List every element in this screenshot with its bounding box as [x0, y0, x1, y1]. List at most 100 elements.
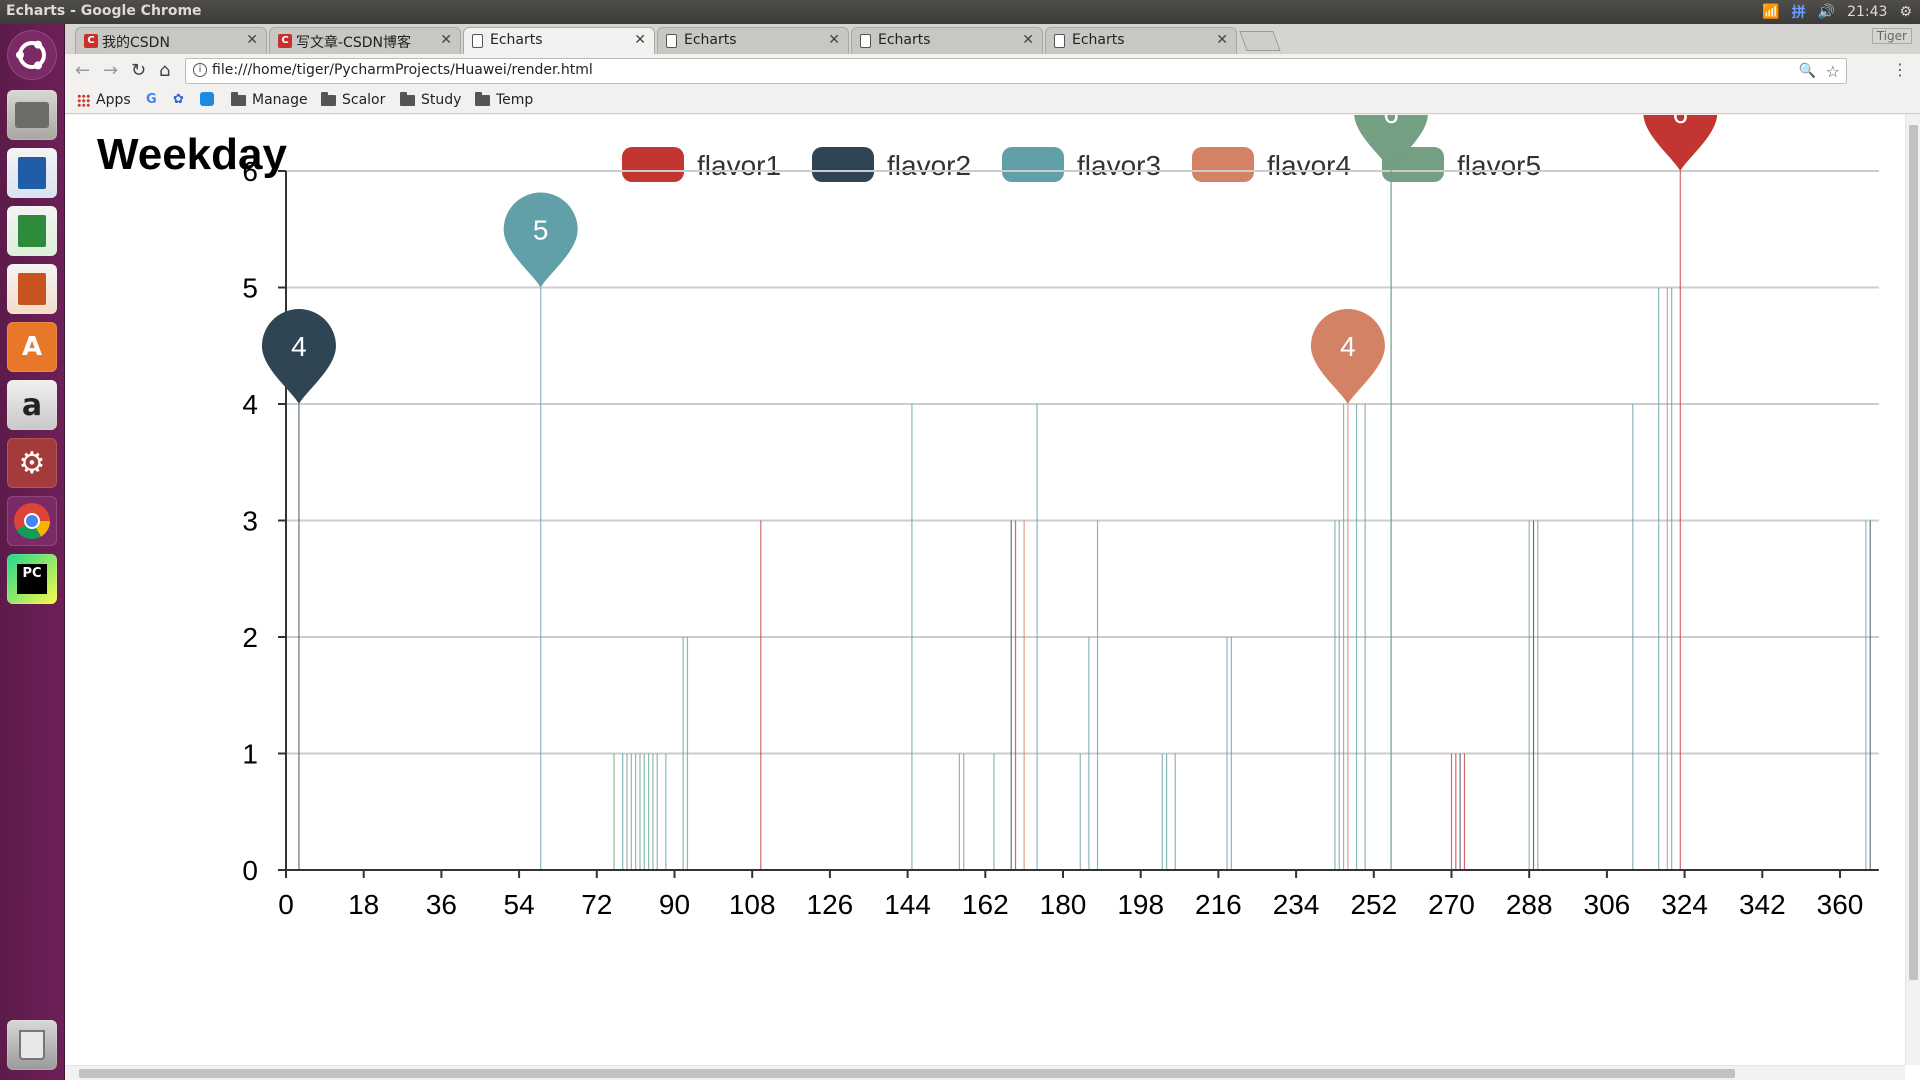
- url-text: file:///home/tiger/PycharmProjects/Huawe…: [212, 62, 593, 78]
- max-pin-label: 6: [1672, 115, 1688, 129]
- horizontal-scrollbar[interactable]: [65, 1065, 1905, 1080]
- browser-toolbar: ← → ↻ ⌂ i file:///home/tiger/PycharmProj…: [65, 54, 1920, 88]
- calc-icon[interactable]: [7, 206, 57, 256]
- x-tick-label: 108: [729, 889, 776, 920]
- tab-1[interactable]: C 写文章-CSDN博客 ✕: [269, 27, 461, 54]
- folder-icon: [231, 91, 246, 106]
- y-tick-label: 5: [242, 273, 258, 304]
- tab-label: Echarts: [1072, 32, 1125, 48]
- legend-label: flavor1: [697, 150, 781, 181]
- tab-label: 写文章-CSDN博客: [296, 35, 411, 51]
- tab-0[interactable]: C 我的CSDN ✕: [75, 27, 267, 54]
- folder-icon: [321, 91, 336, 106]
- document-icon: [860, 34, 871, 48]
- folder-icon: [400, 91, 415, 106]
- scrollbar-thumb[interactable]: [79, 1069, 1735, 1078]
- input-method-indicator[interactable]: 拼: [1792, 2, 1806, 22]
- close-icon[interactable]: ✕: [246, 32, 258, 48]
- new-tab-button[interactable]: [1239, 31, 1281, 51]
- impress-icon[interactable]: [7, 264, 57, 314]
- ubuntu-dash-icon[interactable]: [7, 30, 57, 80]
- indicator-area: 📶 拼 🔊 21:43 ⚙: [1762, 2, 1912, 22]
- tab-3[interactable]: Echarts ✕: [657, 27, 849, 54]
- x-tick-label: 90: [659, 889, 690, 920]
- tab-label: Echarts: [490, 32, 543, 48]
- x-tick-label: 216: [1195, 889, 1242, 920]
- launcher: A a ⚙ PC: [0, 24, 65, 1080]
- csdn-icon: C: [84, 34, 98, 48]
- bookmark-folder-temp[interactable]: Temp: [475, 91, 533, 108]
- close-icon[interactable]: ✕: [440, 32, 452, 48]
- x-tick-label: 252: [1350, 889, 1397, 920]
- bookmark-label: Manage: [252, 92, 308, 108]
- bookmark-apps[interactable]: Apps: [77, 92, 131, 108]
- x-tick-label: 288: [1506, 889, 1553, 920]
- trash-icon[interactable]: [7, 1020, 57, 1070]
- blue-app-icon: [200, 92, 214, 106]
- y-tick-label: 3: [242, 506, 258, 537]
- tab-5[interactable]: Echarts ✕: [1045, 27, 1237, 54]
- volume-icon[interactable]: 🔊: [1818, 4, 1835, 20]
- y-tick-label: 2: [242, 622, 258, 653]
- x-tick-label: 234: [1273, 889, 1320, 920]
- bookmark-baidu[interactable]: ✿: [173, 92, 184, 107]
- info-icon[interactable]: i: [193, 63, 207, 77]
- x-tick-label: 270: [1428, 889, 1475, 920]
- bookmark-app[interactable]: [200, 92, 214, 106]
- bookmark-folder-study[interactable]: Study: [400, 91, 461, 108]
- document-icon: [1054, 34, 1065, 48]
- tab-2[interactable]: Echarts ✕: [463, 27, 655, 54]
- profile-button[interactable]: Tiger: [1871, 28, 1912, 44]
- close-icon[interactable]: ✕: [1022, 32, 1034, 48]
- software-center-icon[interactable]: A: [7, 322, 57, 372]
- writer-icon[interactable]: [7, 148, 57, 198]
- zoom-icon[interactable]: 🔍: [1799, 63, 1816, 79]
- pycharm-icon[interactable]: PC: [7, 554, 57, 604]
- x-tick-label: 126: [807, 889, 854, 920]
- bookmarks-bar: Apps G ✿ Manage Scalor Study Temp: [65, 88, 1920, 114]
- gear-icon[interactable]: ⚙: [1899, 4, 1912, 20]
- close-icon[interactable]: ✕: [828, 32, 840, 48]
- close-icon[interactable]: ✕: [634, 32, 646, 48]
- settings-icon[interactable]: ⚙: [7, 438, 57, 488]
- x-tick-label: 360: [1817, 889, 1864, 920]
- y-tick-label: 1: [242, 739, 258, 770]
- amazon-icon[interactable]: a: [7, 380, 57, 430]
- page-viewport: Weekday flavor1 flavor2 flavor3 flavor4 flav…: [65, 115, 1920, 1080]
- scrollbar-thumb[interactable]: [1909, 125, 1918, 980]
- y-tick-label: 0: [242, 855, 258, 886]
- vertical-scrollbar[interactable]: [1905, 115, 1920, 1065]
- document-icon: [666, 34, 677, 48]
- chrome-icon[interactable]: [7, 496, 57, 546]
- forward-arrow-icon[interactable]: →: [103, 60, 118, 81]
- folder-icon: [475, 91, 490, 106]
- google-icon: G: [146, 92, 157, 107]
- x-tick-label: 72: [581, 889, 612, 920]
- x-tick-label: 36: [426, 889, 457, 920]
- x-tick-label: 342: [1739, 889, 1786, 920]
- address-bar[interactable]: i file:///home/tiger/PycharmProjects/Hua…: [185, 58, 1847, 84]
- legend-label: flavor3: [1077, 150, 1161, 181]
- menu-icon[interactable]: ⋮: [1892, 60, 1908, 79]
- bookmark-google[interactable]: G: [146, 92, 157, 107]
- bookmark-folder-scalor[interactable]: Scalor: [321, 91, 385, 108]
- back-arrow-icon[interactable]: ←: [75, 60, 90, 81]
- tab-4[interactable]: Echarts ✕: [851, 27, 1043, 54]
- document-icon: [472, 34, 483, 48]
- home-icon[interactable]: ⌂: [159, 60, 170, 81]
- x-tick-label: 324: [1661, 889, 1708, 920]
- files-icon[interactable]: [7, 90, 57, 140]
- reload-icon[interactable]: ↻: [131, 60, 146, 81]
- max-pin-label: 4: [1340, 331, 1356, 362]
- close-icon[interactable]: ✕: [1216, 32, 1228, 48]
- legend-swatch: [622, 147, 684, 182]
- tab-label: Echarts: [684, 32, 737, 48]
- apps-grid-icon: [77, 93, 90, 107]
- clock[interactable]: 21:43: [1847, 4, 1887, 20]
- max-pin-label: 4: [291, 331, 307, 362]
- wifi-icon[interactable]: 📶: [1762, 4, 1779, 20]
- y-tick-label: 4: [242, 389, 258, 420]
- x-tick-label: 162: [962, 889, 1009, 920]
- star-icon[interactable]: ☆: [1826, 62, 1840, 81]
- bookmark-folder-manage[interactable]: Manage: [231, 91, 308, 108]
